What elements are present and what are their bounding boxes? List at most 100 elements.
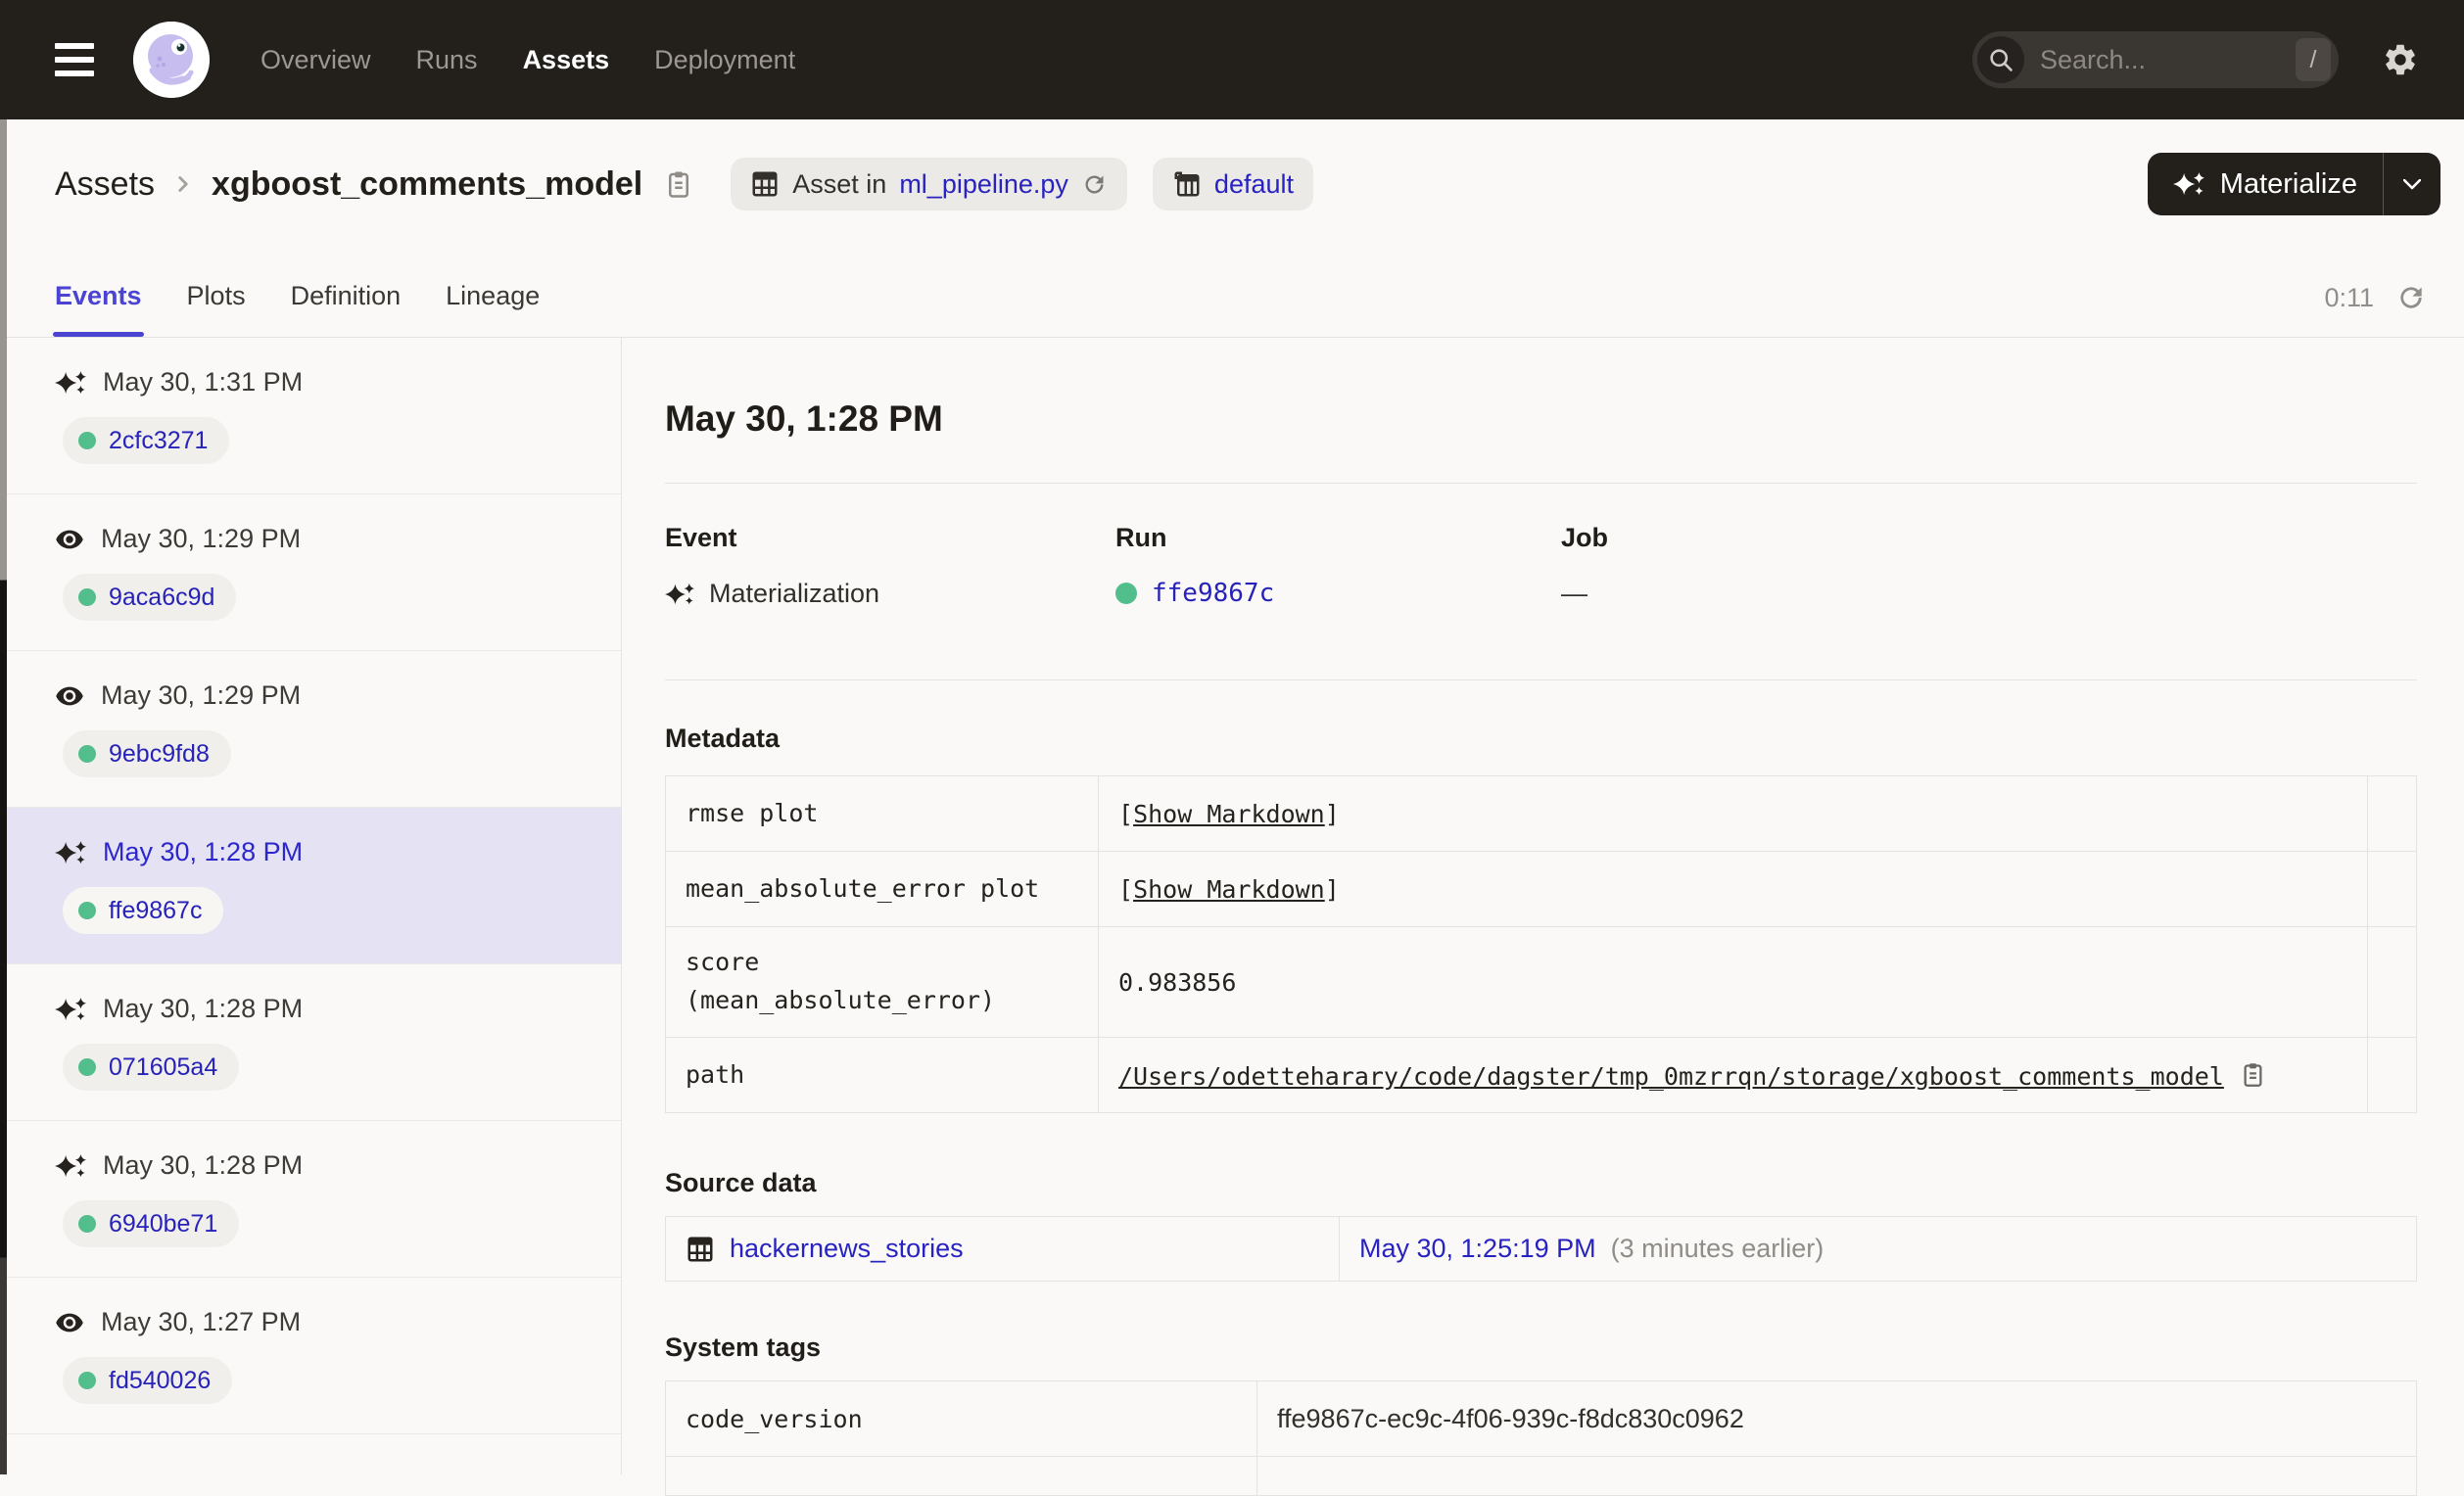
event-list-item[interactable]: May 30, 1:29 PM 9aca6c9d	[0, 494, 621, 651]
system-tag-key: code_version	[665, 1380, 1257, 1457]
run-id-pill[interactable]: 9ebc9fd8	[63, 730, 231, 777]
search-shortcut-badge: /	[2296, 38, 2331, 81]
event-list-item[interactable]: May 30, 1:28 PM 071605a4	[0, 964, 621, 1121]
metadata-extra-cell	[2367, 775, 2417, 852]
tab-definition[interactable]: Definition	[291, 281, 402, 337]
nav-item-deployment[interactable]: Deployment	[654, 45, 795, 75]
breadcrumb-assets-link[interactable]: Assets	[55, 165, 155, 204]
run-id-pill[interactable]: ffe9867c	[63, 887, 224, 934]
asset-name-title: xgboost_comments_model	[212, 164, 643, 203]
event-list-item[interactable]: May 30, 1:27 PM fd540026	[0, 1278, 621, 1434]
table-row: score (mean_absolute_error) 0.983856	[665, 926, 2417, 1038]
tab-events[interactable]: Events	[53, 281, 144, 337]
event-timestamp: May 30, 1:29 PM	[101, 524, 302, 553]
metadata-heading: Metadata	[665, 724, 781, 753]
event-list-item[interactable]: May 30, 1:31 PM 2cfc3271	[0, 338, 621, 494]
run-status-dot	[78, 588, 96, 606]
run-id-link[interactable]: fd540026	[109, 1367, 211, 1395]
eye-icon	[56, 686, 83, 705]
run-id-pill[interactable]: 2cfc3271	[63, 417, 230, 464]
refresh-icon[interactable]	[2395, 282, 2427, 313]
materialize-label: Materialize	[2219, 167, 2357, 200]
run-id-link[interactable]: ffe9867c	[1152, 579, 1274, 608]
metadata-value: [Show Markdown]	[1098, 851, 2368, 927]
storage-path-link[interactable]: /Users/odetteharary/code/dagster/tmp_0mz…	[1118, 1062, 2224, 1091]
event-timestamp: May 30, 1:28 PM	[103, 994, 304, 1023]
source-data-table: hackernews_stories May 30, 1:25:19 PM (3…	[665, 1216, 2417, 1282]
asset-grid-icon	[752, 171, 778, 197]
bracket: [	[1118, 799, 1134, 828]
repo-default-link[interactable]: default	[1214, 169, 1294, 200]
chevron-right-icon	[170, 167, 196, 201]
event-column-label: Event	[665, 523, 737, 552]
run-id-link[interactable]: ffe9867c	[109, 897, 202, 925]
dagster-logo[interactable]	[133, 22, 210, 98]
event-timestamp: May 30, 1:27 PM	[101, 1307, 302, 1336]
run-id-link[interactable]: 071605a4	[109, 1053, 217, 1082]
source-time-link[interactable]: May 30, 1:25:19 PM	[1359, 1234, 1596, 1264]
tab-plots[interactable]: Plots	[187, 281, 246, 337]
refresh-countdown: 0:11	[2324, 282, 2374, 312]
run-id-pill[interactable]: 9aca6c9d	[63, 574, 237, 621]
source-data-heading: Source data	[665, 1168, 817, 1197]
run-id-link[interactable]: 9aca6c9d	[109, 584, 214, 612]
show-markdown-link[interactable]: Show Markdown	[1133, 800, 1325, 828]
metadata-key: rmse plot	[665, 775, 1099, 852]
metadata-extra-cell	[2367, 926, 2417, 1038]
copy-asset-name-icon[interactable]	[664, 167, 693, 201]
materialize-options-button[interactable]	[2384, 153, 2440, 215]
table-row: rmse plot [Show Markdown]	[665, 775, 2417, 852]
run-id-link[interactable]: 2cfc3271	[109, 427, 208, 455]
asset-in-file-badge: Asset in ml_pipeline.py	[731, 158, 1127, 210]
repository-badge[interactable]: default	[1152, 158, 1313, 210]
sparkles-icon	[2172, 172, 2204, 196]
metadata-key: score (mean_absolute_error)	[665, 926, 1099, 1038]
asset-in-label: Asset in	[792, 168, 887, 199]
metadata-key: mean_absolute_error plot	[665, 851, 1099, 927]
sparkles-icon	[55, 370, 86, 394]
event-summary: Event Materialization Run ffe9867c Job —	[665, 523, 2417, 609]
nav-item-runs[interactable]: Runs	[416, 45, 478, 75]
bracket: [	[1118, 874, 1134, 904]
copy-path-icon[interactable]	[2240, 1059, 2266, 1090]
settings-gear-icon[interactable]	[2382, 41, 2419, 78]
page-header: Assets xgboost_comments_model Asset in m…	[0, 119, 2464, 241]
run-id-pill[interactable]: 6940be71	[63, 1200, 240, 1247]
event-timestamp: May 30, 1:28 PM	[103, 1150, 304, 1180]
run-id-pill[interactable]: 071605a4	[63, 1044, 240, 1091]
event-list-item[interactable]: May 30, 1:29 PM 9ebc9fd8	[0, 651, 621, 808]
reload-icon[interactable]	[1081, 171, 1108, 198]
metadata-extra-cell	[2367, 1037, 2417, 1113]
event-timestamp: May 30, 1:28 PM	[103, 837, 304, 866]
tab-lineage[interactable]: Lineage	[446, 281, 540, 337]
run-status-dot	[78, 1372, 96, 1389]
nav-item-assets[interactable]: Assets	[523, 45, 610, 75]
top-nav: Overview Runs Assets Deployment /	[0, 0, 2464, 119]
event-list-item[interactable]: May 30, 1:28 PM 6940be71	[0, 1121, 621, 1278]
nav-item-overview[interactable]: Overview	[261, 45, 371, 75]
event-list-item-selected[interactable]: May 30, 1:28 PM ffe9867c	[0, 808, 621, 964]
table-row: code_version ffe9867c-ec9c-4f06-939c-f8d…	[665, 1380, 2417, 1457]
run-id-pill[interactable]: fd540026	[63, 1357, 233, 1404]
materialize-button[interactable]: Materialize	[2148, 153, 2383, 215]
run-column-label: Run	[1115, 523, 1167, 552]
run-status-dot	[1115, 583, 1137, 604]
show-markdown-link[interactable]: Show Markdown	[1133, 875, 1325, 904]
materialize-split-button: Materialize	[2147, 153, 2440, 215]
sparkles-icon	[55, 840, 86, 864]
source-time-note: (3 minutes earlier)	[1610, 1234, 1824, 1263]
run-id-link[interactable]: 6940be71	[109, 1210, 217, 1239]
metadata-table: rmse plot [Show Markdown] mean_absolute_…	[665, 775, 2417, 1113]
search-input[interactable]	[2024, 44, 2296, 75]
source-asset-link[interactable]: hackernews_stories	[730, 1234, 964, 1264]
event-timestamp: May 30, 1:31 PM	[103, 367, 304, 397]
global-search[interactable]: /	[1972, 31, 2339, 88]
run-id-link[interactable]: 9ebc9fd8	[109, 740, 210, 769]
run-status-dot	[78, 745, 96, 763]
pipeline-file-link[interactable]: ml_pipeline.py	[899, 169, 1068, 200]
bracket: ]	[1324, 799, 1340, 828]
sparkles-icon	[665, 583, 694, 604]
table-row: hackernews_stories May 30, 1:25:19 PM (3…	[665, 1216, 2417, 1282]
hamburger-menu-icon[interactable]	[55, 43, 94, 76]
job-value: —	[1561, 579, 1587, 608]
